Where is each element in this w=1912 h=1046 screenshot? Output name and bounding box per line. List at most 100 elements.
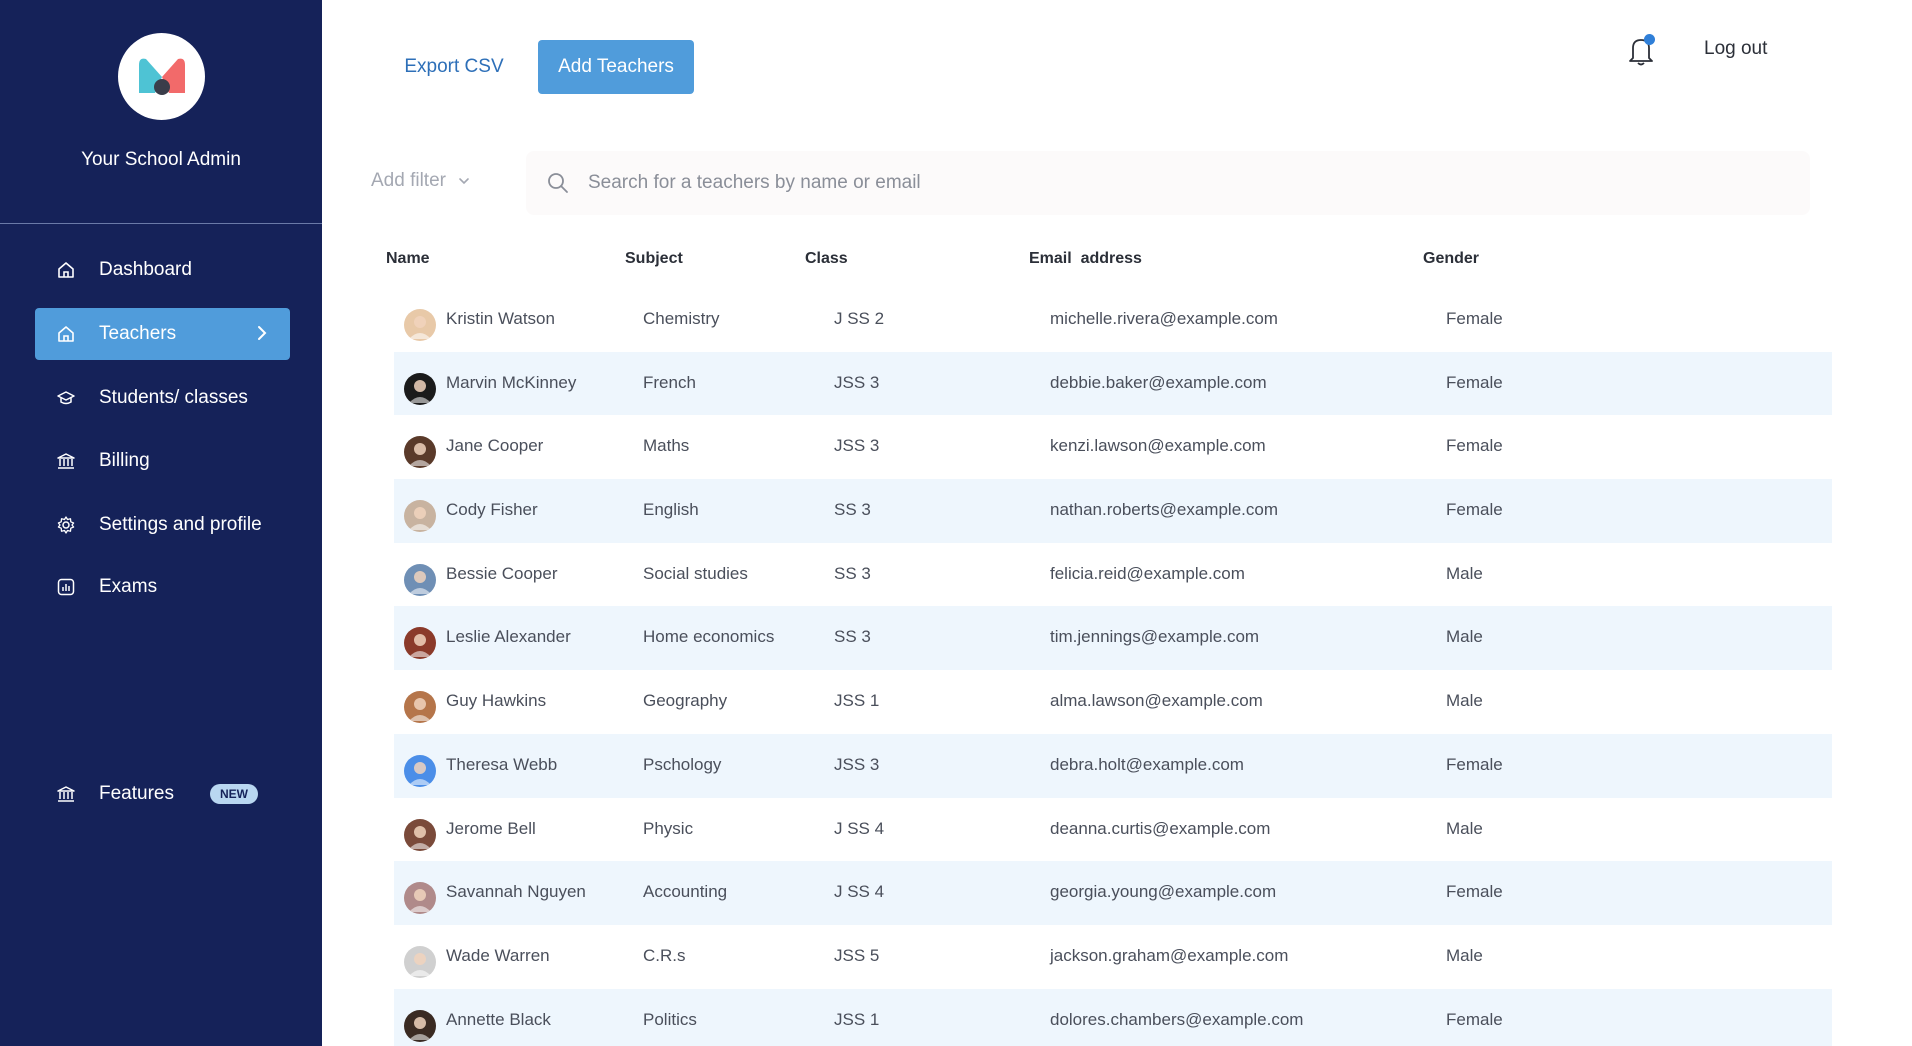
- sidebar-item-label: Features: [99, 783, 174, 804]
- avatar: [404, 882, 436, 915]
- export-csv-button[interactable]: Export CSV: [394, 40, 514, 94]
- table-row[interactable]: Guy Hawkins Geography JSS 1 alma.lawson@exa…: [394, 670, 1832, 734]
- cell-subject: French: [643, 372, 696, 392]
- table-header: Name Subject Class Email address Gender: [322, 250, 1912, 274]
- table-row[interactable]: Savannah Nguyen Accounting J SS 4 georgia.y…: [394, 861, 1832, 925]
- cell-gender: Female: [1446, 754, 1503, 774]
- add-filter-dropdown[interactable]: Add filter: [371, 170, 470, 192]
- cell-class: JSS 5: [834, 945, 880, 965]
- sidebar-item-dashboard[interactable]: Dashboard: [35, 244, 290, 296]
- cell-subject: Pschology: [643, 754, 722, 774]
- table-row[interactable]: Theresa Webb Pschology JSS 3 debra.holt@exa…: [394, 733, 1832, 798]
- avatar: [404, 754, 436, 787]
- add-teachers-button[interactable]: Add Teachers: [538, 40, 694, 94]
- sidebar-item-teachers[interactable]: Teachers: [35, 308, 290, 360]
- bank-icon: [55, 783, 77, 805]
- teachers-table: Kristin Watson Chemistry J SS 2 michelle.ri…: [394, 288, 1832, 1046]
- sidebar-item-exams[interactable]: Exams: [35, 561, 290, 613]
- cell-class: SS 3: [834, 627, 871, 647]
- sidebar-item-students-classes[interactable]: Students/ classes: [35, 372, 290, 424]
- cell-class: JSS 1: [834, 691, 880, 711]
- table-row[interactable]: Annette Black Politics JSS 1 dolores.chambe…: [394, 988, 1832, 1046]
- table-row[interactable]: Wade Warren C.R.s JSS 5 jackson.graham@exam…: [394, 925, 1832, 989]
- cell-email: jackson.graham@example.com: [1050, 945, 1289, 965]
- chevron-down-icon: [458, 170, 470, 192]
- sidebar-item-label: Students/ classes: [99, 387, 248, 408]
- cell-email: dolores.chambers@example.com: [1050, 1009, 1304, 1029]
- avatar: [404, 691, 436, 724]
- avatar: [404, 945, 436, 978]
- table-row[interactable]: Kristin Watson Chemistry J SS 2 michelle.ri…: [394, 288, 1832, 352]
- sidebar-item-label: Teachers: [99, 323, 177, 344]
- cell-email: deanna.curtis@example.com: [1050, 818, 1271, 838]
- table-row[interactable]: Cody Fisher English SS 3 nathan.roberts@exa…: [394, 479, 1832, 543]
- sidebar-item-features[interactable]: Features NEW: [35, 768, 290, 820]
- school-name: Your School Admin: [81, 149, 241, 170]
- cell-name: Leslie Alexander: [446, 627, 571, 647]
- cell-name: Bessie Cooper: [446, 563, 558, 583]
- cell-subject: Home economics: [643, 627, 775, 647]
- cell-email: alma.lawson@example.com: [1050, 691, 1263, 711]
- cell-subject: Chemistry: [643, 309, 720, 328]
- table-row[interactable]: Bessie Cooper Social studies SS 3 felicia.r…: [394, 543, 1832, 607]
- cell-class: J SS 4: [834, 882, 885, 902]
- search-input[interactable]: [588, 172, 1768, 194]
- notification-bell-icon[interactable]: [1624, 32, 1658, 68]
- cell-name: Marvin McKinney: [446, 372, 577, 392]
- main-content: Export CSV Add Teachers Log out Add filt…: [322, 0, 1912, 1046]
- column-header-name[interactable]: Name: [386, 250, 430, 268]
- chevron-right-icon: [256, 324, 268, 348]
- avatar: [404, 1009, 436, 1042]
- cell-email: tim.jennings@example.com: [1050, 627, 1260, 647]
- avatar: [404, 818, 436, 851]
- cell-name: Cody Fisher: [446, 500, 538, 520]
- column-header-gender[interactable]: Gender: [1423, 250, 1479, 268]
- cell-class: SS 3: [834, 500, 871, 520]
- cell-gender: Male: [1446, 691, 1483, 711]
- logo-mark-icon: [139, 58, 185, 95]
- search-bar: [526, 151, 1810, 215]
- cell-subject: Social studies: [643, 563, 748, 583]
- avatar: [404, 563, 436, 596]
- cell-subject: Politics: [643, 1009, 697, 1029]
- cell-gender: Female: [1446, 309, 1503, 328]
- cell-name: Savannah Nguyen: [446, 882, 586, 902]
- new-badge: NEW: [209, 784, 258, 804]
- cell-subject: Maths: [643, 436, 690, 456]
- column-header-class[interactable]: Class: [805, 250, 848, 268]
- school-logo[interactable]: [118, 33, 205, 120]
- cell-name: Jane Cooper: [446, 436, 544, 456]
- avatar: [404, 372, 436, 405]
- cell-gender: Female: [1446, 372, 1503, 392]
- cell-name: Theresa Webb: [446, 754, 558, 774]
- table-row[interactable]: Jerome Bell Physic J SS 4 deanna.curtis@exa…: [394, 798, 1832, 862]
- home-icon: [55, 323, 77, 345]
- sidebar-item-label: Dashboard: [99, 259, 192, 280]
- bank-icon: [55, 450, 77, 472]
- cell-name: Jerome Bell: [446, 818, 536, 838]
- cell-gender: Male: [1446, 945, 1483, 965]
- cell-gender: Male: [1446, 563, 1483, 583]
- table-row[interactable]: Leslie Alexander Home economics SS 3 tim.je…: [394, 606, 1832, 671]
- chart-icon: [55, 576, 77, 598]
- column-header-subject[interactable]: Subject: [625, 250, 683, 268]
- notification-dot: [1644, 34, 1655, 45]
- sidebar-item-settings[interactable]: Settings and profile: [35, 499, 290, 551]
- cell-name: Annette Black: [446, 1009, 551, 1029]
- cell-subject: Accounting: [643, 882, 728, 902]
- table-row[interactable]: Jane Cooper Maths JSS 3 kenzi.lawson@exampl…: [394, 415, 1832, 479]
- sidebar-item-label: Billing: [99, 450, 150, 471]
- cell-name: Kristin Watson: [446, 309, 555, 328]
- cell-gender: Male: [1446, 818, 1483, 838]
- sidebar-item-billing[interactable]: Billing: [35, 435, 290, 487]
- cell-name: Guy Hawkins: [446, 691, 547, 711]
- cell-subject: English: [643, 500, 699, 520]
- cell-gender: Female: [1446, 882, 1503, 902]
- logout-link[interactable]: Log out: [1704, 38, 1767, 60]
- table-row[interactable]: Marvin McKinney French JSS 3 debbie.baker@e…: [394, 351, 1832, 416]
- avatar: [404, 627, 436, 660]
- column-header-email[interactable]: Email address: [1029, 250, 1142, 268]
- search-icon: [546, 171, 570, 195]
- cell-subject: Physic: [643, 818, 694, 838]
- sidebar-item-label: Exams: [99, 576, 158, 597]
